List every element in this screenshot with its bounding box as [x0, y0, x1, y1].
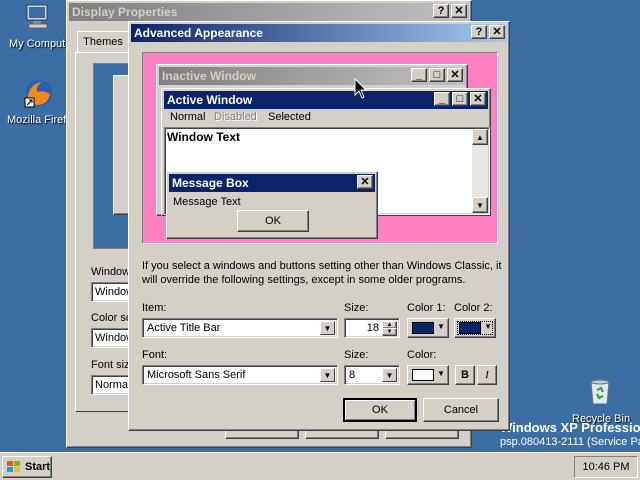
mouse-cursor-icon	[354, 77, 368, 100]
preview-scrollbar: ▲ ▼	[472, 129, 488, 213]
os-watermark-line2: psp.080413-2111 (Service Pack 3)	[500, 436, 640, 448]
close-icon: ✕	[447, 68, 463, 82]
system-tray: 10:46 PM	[574, 456, 638, 478]
color-scheme-label: Color sc	[91, 312, 132, 324]
menu-selected: Selected	[268, 111, 311, 123]
preview-message-box[interactable]: Message Box ✕ Message Text OK	[166, 171, 378, 239]
font-color-picker[interactable]: ▼	[407, 365, 449, 385]
recycle-bin-icon	[586, 376, 614, 406]
display-properties-title: Display Properties	[72, 5, 178, 19]
font-select[interactable]: Microsoft Sans Serif ▼	[142, 365, 338, 385]
close-icon: ✕	[470, 92, 486, 106]
preview-msgbox-titlebar: Message Box ✕	[169, 174, 375, 192]
color2-label: Color 2:	[454, 302, 493, 314]
chevron-down-icon[interactable]: ▼	[382, 368, 397, 382]
chevron-down-icon: ▼	[484, 322, 492, 331]
chevron-down-icon: ▼	[437, 369, 445, 378]
maximize-icon: □	[429, 68, 445, 82]
menu-disabled: Disabled	[214, 111, 257, 123]
tab-themes[interactable]: Themes	[77, 31, 129, 53]
item-size-label: Size:	[344, 302, 369, 314]
scroll-down-icon: ▼	[472, 197, 488, 213]
color1-label: Color 1:	[407, 302, 446, 314]
font-label: Font:	[142, 349, 168, 361]
advanced-appearance-title: Advanced Appearance	[134, 26, 263, 40]
start-button[interactable]: Start	[2, 456, 52, 478]
os-watermark-line1: Windows XP Professional	[500, 420, 640, 435]
computer-icon	[24, 4, 52, 30]
help-button[interactable]: ?	[471, 25, 487, 39]
message-text: Message Text	[173, 196, 241, 208]
maximize-icon: □	[452, 92, 468, 106]
italic-button[interactable]: I	[477, 365, 497, 385]
color2-picker[interactable]: ▼	[454, 318, 496, 338]
spin-down-icon[interactable]: ▼	[382, 328, 397, 336]
bold-button[interactable]: B	[455, 365, 475, 385]
window-text: Window Text	[167, 130, 240, 144]
preview-menubar: Normal Disabled Selected	[164, 109, 488, 127]
font-size-select[interactable]: Normal	[91, 375, 131, 395]
minimize-icon: _	[411, 68, 427, 82]
advanced-appearance-titlebar[interactable]: Advanced Appearance ? ✕	[131, 24, 507, 42]
windows-logo-icon	[6, 460, 22, 474]
firefox-desktop-icon[interactable]: Mozilla Firefox	[6, 76, 78, 128]
color1-picker[interactable]: ▼	[407, 318, 449, 338]
font-color-label: Color:	[407, 349, 437, 361]
font-size-label: Font siz	[91, 359, 130, 371]
taskbar: Start 10:46 PM	[0, 452, 640, 480]
appearance-preview[interactable]: Inactive Window _ □ ✕ Active Window _ □ …	[142, 52, 498, 244]
info-text: If you select a windows and buttons sett…	[142, 260, 502, 286]
color2-swatch	[459, 322, 481, 334]
my-computer-desktop-icon[interactable]: My Computer	[6, 2, 75, 54]
preview-ok-button: OK	[237, 210, 309, 232]
windows-select[interactable]: Window	[91, 282, 131, 302]
close-button[interactable]: ✕	[489, 25, 505, 39]
chevron-down-icon[interactable]: ▼	[320, 321, 335, 335]
menu-normal: Normal	[170, 111, 206, 123]
preview-inactive-titlebar: Inactive Window _ □ ✕	[159, 67, 465, 85]
ok-button[interactable]: OK	[343, 398, 417, 422]
cancel-button[interactable]: Cancel	[423, 398, 499, 422]
item-select[interactable]: Active Title Bar ▼	[142, 318, 338, 338]
item-size-spinner[interactable]: 18 ▲ ▼	[344, 318, 400, 338]
clock[interactable]: 10:46 PM	[582, 461, 629, 473]
item-label: Item:	[142, 302, 167, 314]
advanced-appearance-dialog: Advanced Appearance ? ✕ Inactive Window …	[128, 21, 510, 431]
close-icon: ✕	[357, 175, 373, 189]
help-button[interactable]: ?	[433, 4, 449, 18]
font-size-label: Size:	[344, 349, 369, 361]
font-size-select[interactable]: 8 ▼	[344, 365, 400, 385]
chevron-down-icon: ▼	[437, 322, 445, 331]
windows-label: Window	[91, 266, 131, 278]
display-properties-titlebar[interactable]: Display Properties ? ✕	[69, 3, 469, 21]
preview-active-titlebar: Active Window _ □ ✕	[164, 91, 488, 109]
chevron-down-icon[interactable]: ▼	[320, 368, 335, 382]
minimize-icon: _	[434, 92, 450, 106]
color1-swatch	[412, 322, 434, 334]
firefox-icon	[24, 78, 54, 108]
scroll-up-icon: ▲	[472, 129, 488, 145]
close-button[interactable]: ✕	[451, 4, 467, 18]
font-color-swatch	[412, 369, 434, 381]
color-scheme-select[interactable]: Window	[91, 328, 131, 348]
